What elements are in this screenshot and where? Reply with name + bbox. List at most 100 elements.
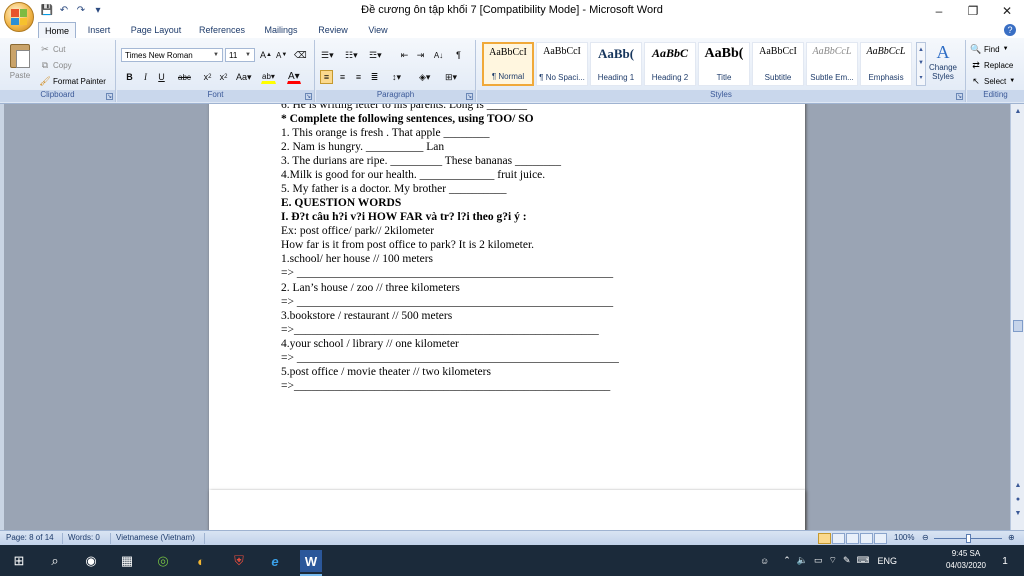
style-subtitle[interactable]: AaBbCcI Subtitle [752, 42, 804, 86]
line-spacing-icon[interactable]: ↕▾ [390, 70, 403, 84]
numbering-icon[interactable]: ☷▾ [344, 48, 359, 62]
app-icon-1[interactable]: ◉ [80, 550, 102, 572]
shrink-font-icon[interactable]: A ▼ [275, 48, 288, 62]
font-size-select[interactable]: 11 ▼ [225, 48, 255, 62]
align-right-icon[interactable]: ≡ [352, 70, 365, 84]
style-heading-2[interactable]: AaBbC Heading 2 [644, 42, 696, 86]
word-count[interactable]: Words: 0 [68, 533, 100, 542]
change-case-icon[interactable]: Aa▾ [235, 70, 253, 84]
tab-view[interactable]: View [360, 22, 396, 38]
maximize-button[interactable]: ❐ [956, 0, 990, 22]
scroll-thumb[interactable] [1013, 320, 1023, 332]
increase-indent-icon[interactable]: ⇥ [414, 48, 427, 62]
input-language[interactable]: ENG [878, 556, 898, 566]
multilevel-list-icon[interactable]: ☲▾ [368, 48, 383, 62]
previous-page-icon[interactable]: ▲ [1011, 478, 1024, 492]
styles-launcher-icon[interactable]: ↘ [956, 93, 963, 100]
wifi-icon[interactable]: ⌔ [828, 555, 836, 566]
bold-icon[interactable]: B [123, 70, 136, 84]
style-normal[interactable]: AaBbCcI ¶ Normal [482, 42, 534, 86]
app-icon-2[interactable]: ▦ [116, 550, 138, 572]
chevron-up-icon[interactable]: ⌃ [783, 555, 791, 566]
find-button[interactable]: 🔍 Find ▼ [970, 44, 1008, 54]
change-styles-button[interactable]: A Change Styles [928, 42, 958, 86]
word-icon[interactable]: W [300, 550, 322, 576]
print-layout-view-icon[interactable] [818, 533, 831, 544]
copy-button[interactable]: ⧉ Copy [40, 60, 72, 70]
style-heading-1[interactable]: AaBb( Heading 1 [590, 42, 642, 86]
scroll-up-icon[interactable]: ▲ [1011, 104, 1024, 118]
cut-button[interactable]: ✂ Cut [40, 44, 65, 54]
person-icon[interactable]: ☺ [760, 556, 769, 566]
notification-icon[interactable]: 1 [994, 550, 1016, 572]
bullets-icon[interactable]: ☰▾ [320, 48, 335, 62]
volume-icon[interactable]: 🔈 [797, 555, 808, 566]
strikethrough-icon[interactable]: abc [177, 70, 192, 84]
chrome-icon[interactable]: ◐ [190, 550, 212, 572]
pen-icon[interactable]: ✎ [843, 555, 851, 566]
clear-formatting-icon[interactable]: ⌫ [293, 48, 308, 62]
clock[interactable]: 9:45 SA 04/03/2020 [946, 548, 986, 572]
draft-view-icon[interactable] [874, 533, 887, 544]
tab-mailings[interactable]: Mailings [256, 22, 306, 38]
paragraph-launcher-icon[interactable]: ↘ [466, 93, 473, 100]
decrease-indent-icon[interactable]: ⇤ [398, 48, 411, 62]
windows-start-icon[interactable]: ⊞ [8, 550, 30, 572]
tab-page-layout[interactable]: Page Layout [124, 22, 188, 38]
sort-icon[interactable]: A↓ [432, 48, 445, 62]
align-left-icon[interactable]: ≡ [320, 70, 333, 84]
tab-home[interactable]: Home [38, 22, 76, 39]
show-formatting-icon[interactable]: ¶ [452, 48, 465, 62]
style-title[interactable]: AaBb( Title [698, 42, 750, 86]
more-icon[interactable]: ▾ [919, 74, 922, 81]
search-icon[interactable]: ⌕ [44, 550, 66, 572]
office-button[interactable] [4, 2, 34, 32]
style-no-spacing[interactable]: AaBbCcI ¶ No Spaci... [536, 42, 588, 86]
battery-icon[interactable]: ▭ [814, 555, 823, 566]
font-color-icon[interactable]: A▾ [287, 70, 301, 84]
zoom-level[interactable]: 100% [894, 533, 914, 542]
style-gallery-scroll[interactable]: ▲ ▼ ▾ [916, 42, 926, 86]
style-emphasis[interactable]: AaBbCcL Emphasis [860, 42, 912, 86]
tab-insert[interactable]: Insert [80, 22, 118, 38]
web-layout-icon[interactable] [846, 533, 859, 544]
tab-review[interactable]: Review [310, 22, 356, 38]
select-button[interactable]: ↖ Select ▼ [971, 76, 1015, 86]
font-name-select[interactable]: Times New Roman ▼ [121, 48, 223, 62]
chevron-down-icon[interactable]: ▼ [918, 60, 924, 66]
italic-icon[interactable]: I [139, 70, 152, 84]
shield-icon[interactable]: ⛨ [228, 550, 250, 572]
full-screen-reading-icon[interactable] [832, 533, 845, 544]
replace-button[interactable]: ⇄ Replace [971, 60, 1013, 70]
clipboard-launcher-icon[interactable]: ↘ [106, 93, 113, 100]
language-indicator[interactable]: Vietnamese (Vietnam) [116, 533, 195, 542]
shading-icon[interactable]: ◈▾ [418, 70, 431, 84]
justify-icon[interactable]: ≣ [368, 70, 381, 84]
format-painter-button[interactable]: 🖌 Format Painter [39, 76, 106, 86]
style-subtle-emphasis[interactable]: AaBbCcL Subtle Em... [806, 42, 858, 86]
page-indicator[interactable]: Page: 8 of 14 [6, 533, 54, 542]
highlight-icon[interactable]: ab▾ [261, 70, 276, 84]
grow-font-icon[interactable]: A ▲ [259, 48, 273, 62]
underline-icon[interactable]: U [155, 70, 168, 84]
browse-object-icon[interactable]: ● [1011, 492, 1024, 506]
next-document-page[interactable] [209, 490, 805, 530]
app-icon-3[interactable]: ◎ [152, 550, 174, 572]
internet-explorer-icon[interactable]: e [264, 550, 286, 572]
zoom-slider-thumb[interactable] [966, 534, 971, 543]
zoom-in-icon[interactable]: ⊕ [1008, 533, 1015, 542]
tab-references[interactable]: References [192, 22, 252, 38]
subscript-icon[interactable]: x2 [201, 70, 214, 84]
font-launcher-icon[interactable]: ↘ [305, 93, 312, 100]
minimize-button[interactable]: – [922, 0, 956, 22]
paste-button[interactable]: Paste [6, 42, 34, 88]
next-page-icon[interactable]: ▼ [1011, 506, 1024, 520]
align-center-icon[interactable]: ≡ [336, 70, 349, 84]
help-icon[interactable]: ? [1004, 24, 1016, 36]
document-page[interactable]: 6. He is writing letter to his parents. … [209, 104, 805, 530]
borders-icon[interactable]: ⊞▾ [444, 70, 458, 84]
zoom-out-icon[interactable]: ⊖ [922, 533, 929, 542]
vertical-scrollbar[interactable]: ▲ ▲ ● ▼ [1010, 104, 1024, 530]
close-button[interactable]: ✕ [990, 0, 1024, 22]
superscript-icon[interactable]: x2 [217, 70, 230, 84]
